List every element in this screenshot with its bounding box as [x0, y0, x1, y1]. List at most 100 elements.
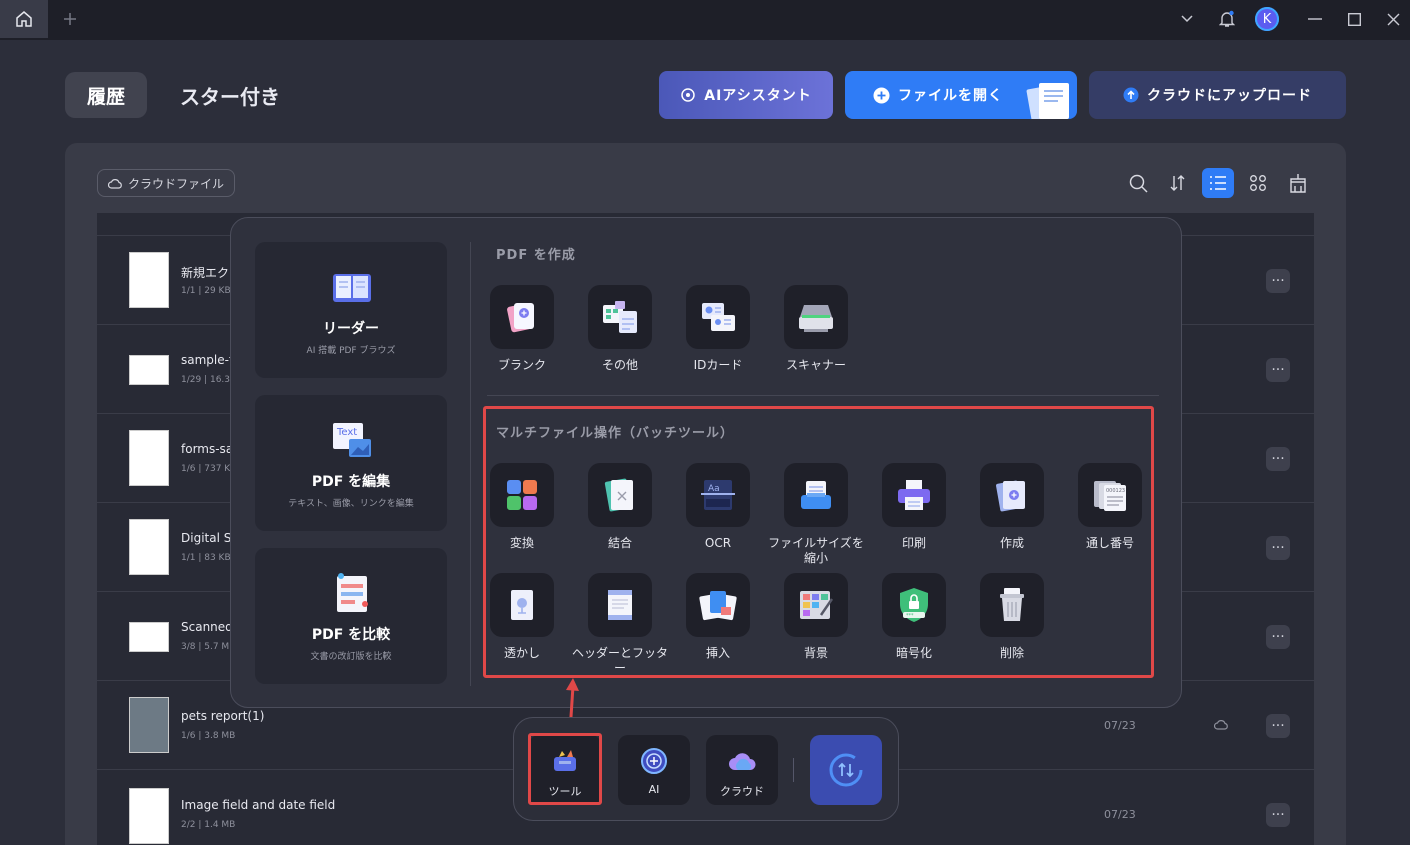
grid-view-button[interactable]	[1242, 168, 1274, 198]
blank-page-icon	[507, 303, 534, 333]
file-thumbnail	[129, 622, 169, 652]
blank-tool[interactable]	[490, 285, 554, 349]
ai-assistant-icon	[681, 88, 695, 102]
file-meta: 1/29 | 16.3	[181, 375, 231, 385]
ai-icon	[641, 748, 667, 774]
tool-label: ブランク	[497, 358, 546, 372]
clean-button[interactable]	[1282, 168, 1314, 198]
file-name: Digital Si	[181, 531, 235, 545]
scanner-icon	[799, 305, 833, 332]
more-options-button[interactable]: ···	[1266, 625, 1290, 649]
documents-illustration-icon	[1026, 83, 1069, 119]
plus-icon	[64, 13, 76, 25]
file-meta: 1/1 | 83 KB	[181, 553, 231, 563]
file-name: Image field and date field	[181, 798, 336, 812]
edit-pdf-feature-card[interactable]: Text PDF を編集 テキスト、画像、リンクを編集	[255, 395, 447, 531]
file-meta: 2/2 | 1.4 MB	[181, 820, 236, 830]
list-view-button[interactable]	[1202, 168, 1234, 198]
id-card-tool[interactable]	[686, 285, 750, 349]
grid-view-icon	[1250, 175, 1266, 191]
file-name: pets report(1)	[181, 709, 265, 723]
more-options-button[interactable]: ···	[1266, 358, 1290, 382]
tools-highlight-box	[528, 733, 602, 805]
file-name: forms-sa	[181, 442, 234, 456]
batch-highlight-box	[483, 406, 1154, 678]
bell-icon	[1219, 10, 1235, 27]
more-options-button[interactable]: ···	[1266, 714, 1290, 738]
ai-assistant-label: AIアシスタント	[704, 88, 812, 104]
search-button[interactable]	[1122, 168, 1154, 198]
dock-ai-button[interactable]: AI	[618, 735, 690, 805]
file-date: 07/23	[1104, 808, 1136, 821]
sync-icon	[829, 753, 863, 787]
file-thumbnail	[129, 355, 169, 385]
file-meta: 3/8 | 5.7 MI	[181, 642, 232, 652]
more-options-button[interactable]: ···	[1266, 269, 1290, 293]
file-meta: 1/6 | 3.8 MB	[181, 731, 236, 741]
file-name: Scanned-	[181, 620, 238, 634]
tab-history[interactable]: 履歴	[65, 72, 147, 118]
vertical-divider	[470, 242, 471, 686]
edit-text-icon: Text	[333, 423, 371, 457]
tool-label: その他	[601, 358, 638, 372]
new-tab-button[interactable]	[50, 0, 90, 38]
more-options-button[interactable]: ···	[1266, 803, 1290, 827]
cloud-files-label: クラウドファイル	[127, 176, 224, 191]
file-meta: 1/6 | 737 KI	[181, 464, 233, 474]
title-bar: K	[0, 0, 1410, 40]
more-options-button[interactable]: ···	[1266, 536, 1290, 560]
more-options-button[interactable]: ···	[1266, 447, 1290, 471]
open-file-label: ファイルを開く	[898, 88, 1003, 104]
create-pdf-section-title: PDF を作成	[496, 248, 576, 263]
file-thumbnail	[129, 519, 169, 575]
cloud-status-icon	[1214, 720, 1228, 730]
sort-button[interactable]	[1162, 168, 1194, 198]
feature-subtitle: AI 搭載 PDF ブラウズ	[306, 346, 396, 356]
sort-icon	[1170, 175, 1185, 191]
file-name: sample-f	[181, 353, 234, 367]
feature-title: PDF を編集	[311, 474, 391, 490]
other-formats-icon	[603, 301, 637, 333]
broom-icon	[1290, 174, 1306, 193]
reader-feature-card[interactable]: リーダー AI 搭載 PDF ブラウズ	[255, 242, 447, 378]
maximize-button[interactable]	[1334, 0, 1374, 38]
file-date: 07/23	[1104, 719, 1136, 732]
file-thumbnail	[129, 697, 169, 753]
search-icon	[1129, 174, 1148, 193]
dock-ai-label: AI	[648, 783, 660, 796]
minimize-icon	[1308, 18, 1322, 20]
ai-assistant-button[interactable]: AIアシスタント	[659, 71, 833, 119]
file-thumbnail	[129, 430, 169, 486]
scanner-tool[interactable]	[784, 285, 848, 349]
feature-title: PDF を比較	[311, 627, 391, 643]
home-icon	[16, 11, 32, 27]
cloud-files-chip[interactable]: クラウドファイル	[97, 169, 235, 197]
notification-button[interactable]	[1207, 0, 1247, 38]
chevron-down-icon	[1181, 15, 1193, 23]
other-tool[interactable]	[588, 285, 652, 349]
tool-label: スキャナー	[785, 358, 846, 372]
cloud-upload-button[interactable]: クラウドにアップロード	[1089, 71, 1346, 119]
svg-text:Text: Text	[336, 427, 357, 438]
compare-pdf-feature-card[interactable]: PDF を比較 文書の改訂版を比較	[255, 548, 447, 684]
horizontal-divider	[487, 395, 1159, 396]
feature-subtitle: 文書の改訂版を比較	[310, 652, 392, 662]
avatar[interactable]: K	[1255, 7, 1279, 31]
compare-icon	[337, 573, 368, 612]
cloud-icon	[729, 753, 756, 770]
home-tab[interactable]	[0, 0, 48, 38]
tab-starred[interactable]: スター付き	[170, 72, 290, 118]
maximize-icon	[1347, 12, 1361, 26]
feature-title: リーダー	[323, 321, 379, 337]
dropdown-button[interactable]	[1167, 0, 1207, 38]
dock-separator	[793, 758, 794, 782]
open-file-button[interactable]: ファイルを開く	[845, 71, 1077, 119]
close-button[interactable]	[1373, 0, 1410, 38]
file-thumbnail	[129, 788, 169, 844]
dock-sync-button[interactable]	[810, 735, 882, 805]
cloud-icon	[107, 178, 122, 189]
cloud-upload-label: クラウドにアップロード	[1147, 88, 1312, 104]
id-card-icon	[702, 303, 735, 331]
dock-cloud-button[interactable]: クラウド	[706, 735, 778, 805]
minimize-button[interactable]	[1295, 0, 1335, 38]
